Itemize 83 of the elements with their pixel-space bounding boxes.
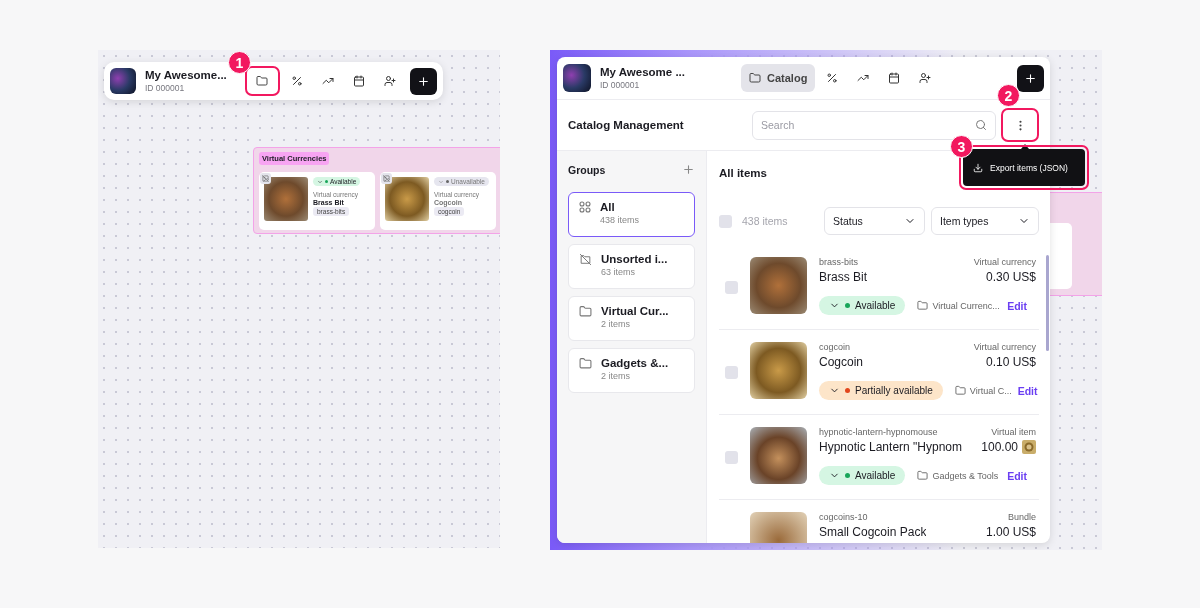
filter-dropdown[interactable]: Status <box>824 207 925 235</box>
item-name: Brass Bit <box>819 270 867 284</box>
item-name: Cogcoin <box>819 355 864 369</box>
availability-dropdown[interactable]: Partially available <box>819 381 943 400</box>
item-sku: cogcoins-10 <box>819 512 868 522</box>
checkbox[interactable] <box>725 281 738 294</box>
chevron-icon <box>317 178 323 185</box>
group-count: 63 items <box>601 267 636 277</box>
list-title: All items <box>719 167 767 179</box>
availability-dropdown[interactable]: Available <box>819 466 906 485</box>
item-type: Bundle <box>1007 512 1036 522</box>
group-name: All <box>600 201 616 213</box>
project-thumbnail <box>110 68 136 94</box>
group-count: 438 items <box>600 215 640 225</box>
project-id: ID 000001 <box>145 83 186 93</box>
plus-icon <box>417 74 430 88</box>
filter-dropdown[interactable]: Item types <box>931 207 1039 235</box>
groups-title: Groups <box>568 163 606 176</box>
download-icon <box>973 162 983 173</box>
item-sku: cogcoin <box>819 342 851 352</box>
group-link[interactable]: Gadgets & Tools <box>917 470 1002 481</box>
edit-link[interactable]: Edit <box>1007 299 1027 312</box>
group-item[interactable]: Virtual Cur... 2 items <box>568 296 695 341</box>
image-off-icon <box>260 173 271 184</box>
group-name: Gadgets &... <box>601 357 669 369</box>
add-button[interactable] <box>1017 64 1044 92</box>
folder-icon <box>579 357 592 370</box>
item-price: 1.00 US$ <box>985 525 1036 539</box>
item-price: 0.30 US$ <box>985 270 1036 284</box>
project-thumbnail <box>563 64 591 92</box>
item-name: Small Cogcoin Pack <box>819 525 927 539</box>
photo-placeholder <box>264 177 308 221</box>
add-group-icon[interactable] <box>682 163 695 176</box>
folder-button[interactable] <box>244 66 280 96</box>
item-name: Hypnotic Lantern "Hypnom <box>819 440 962 454</box>
plus-icon <box>1024 71 1037 85</box>
folder-icon <box>579 305 592 318</box>
edit-link[interactable]: Edit <box>1017 384 1038 397</box>
group-link[interactable]: Virtual C... <box>954 385 1012 396</box>
photo-placeholder <box>385 177 429 221</box>
group-count: 2 items <box>601 371 631 381</box>
group-item[interactable]: Unsorted i... 63 items <box>568 244 695 289</box>
folder-off-icon <box>579 253 592 266</box>
folder-icon <box>954 385 966 396</box>
item-type: Virtual currency <box>973 342 1036 352</box>
project-title: My Awesome... <box>145 69 227 81</box>
group-count: 2 items <box>601 319 631 329</box>
project-id: ID 000001 <box>600 80 641 90</box>
item-price: 100.00 <box>981 440 1036 454</box>
checkbox[interactable] <box>725 366 738 379</box>
photo-placeholder <box>750 342 807 399</box>
folder-icon <box>749 72 761 84</box>
folder-icon <box>917 300 929 311</box>
more-menu-button[interactable] <box>1001 108 1039 142</box>
chevron-icon <box>438 178 444 185</box>
group-link[interactable]: Virtual Currenc... <box>917 300 1002 311</box>
item-sku: hypnotic-lantern-hypnomouse <box>819 427 938 437</box>
item-type: Virtual item <box>991 427 1036 437</box>
export-menu-item[interactable]: Export items (JSON) <box>990 162 1068 173</box>
folder-icon <box>256 75 269 87</box>
checkbox[interactable] <box>719 214 732 228</box>
item-sku: brass-bits <box>819 257 858 267</box>
search-icon <box>975 119 987 131</box>
edit-link[interactable]: Edit <box>1007 469 1027 482</box>
checkbox[interactable] <box>725 451 738 464</box>
coin-icon <box>1022 440 1036 454</box>
group-item[interactable]: All 438 items <box>568 192 695 237</box>
image-off-icon <box>381 173 392 184</box>
add-button[interactable] <box>410 67 437 95</box>
group-name: Virtual Cur... <box>601 305 669 317</box>
folder-icon <box>917 470 929 481</box>
item-count: 438 items <box>742 215 789 227</box>
group-item[interactable]: Gadgets &... 2 items <box>568 348 695 393</box>
item-price: 0.10 US$ <box>985 355 1036 369</box>
availability-dropdown[interactable]: Available <box>819 296 906 315</box>
photo-placeholder <box>750 257 807 314</box>
catalog-tab[interactable]: Catalog <box>741 64 816 92</box>
group-name: Unsorted i... <box>601 253 668 265</box>
project-title: My Awesome ... <box>600 66 685 78</box>
page-title: Catalog Management <box>568 119 685 131</box>
item-type: Virtual currency <box>973 257 1036 267</box>
grid-icon <box>579 201 591 213</box>
photo-placeholder <box>750 427 807 484</box>
